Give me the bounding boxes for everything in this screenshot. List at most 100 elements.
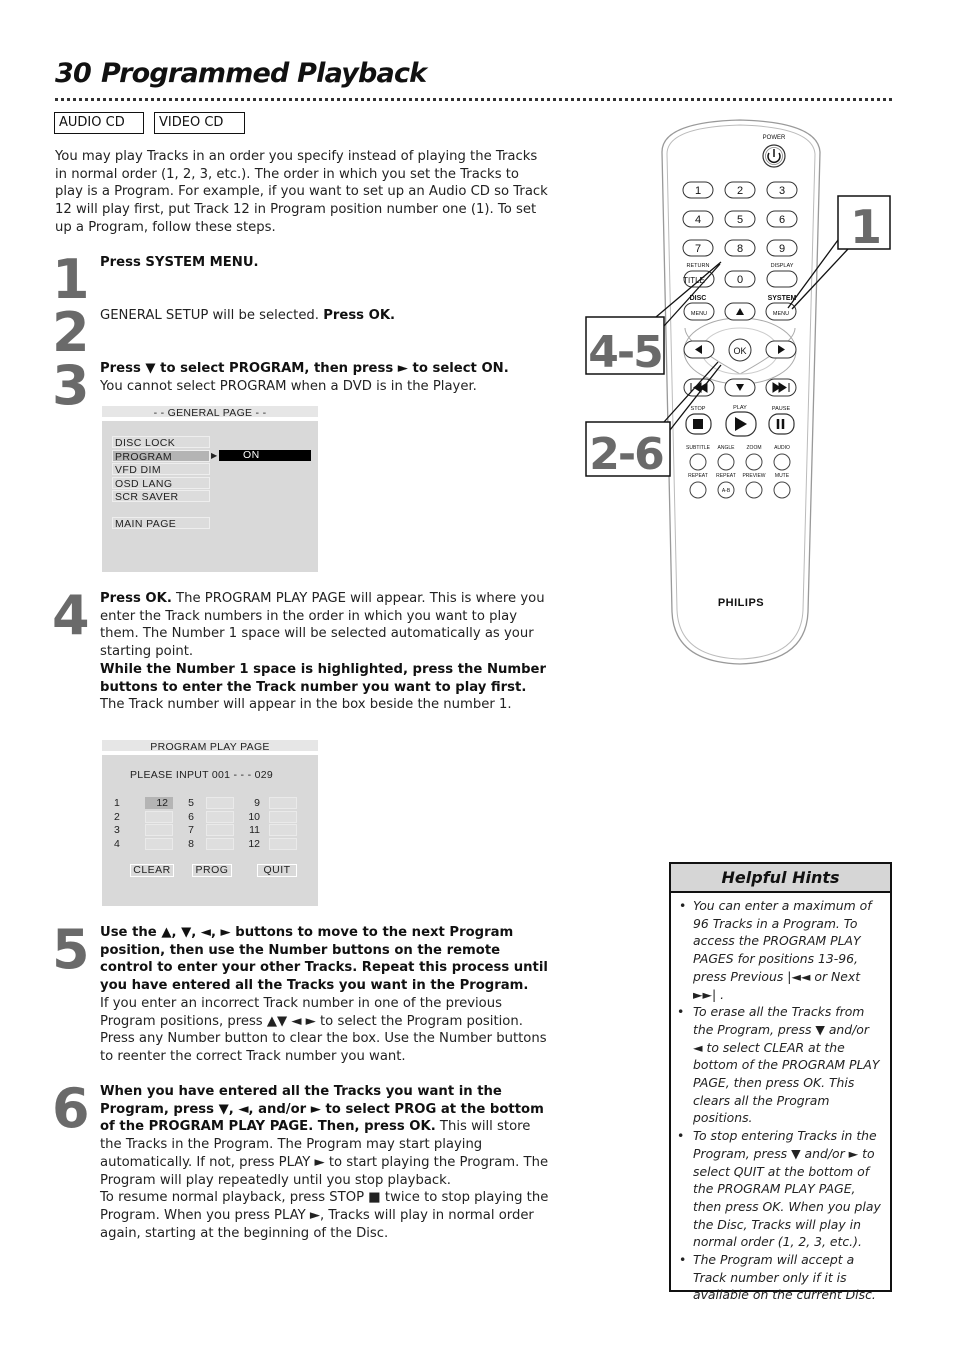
pause-button[interactable] xyxy=(768,413,795,435)
digit-label: 2 xyxy=(737,185,743,197)
program-play-page-title: PROGRAM PLAY PAGE xyxy=(102,740,318,755)
selection-arrow-icon: ▶ xyxy=(211,451,218,460)
repeat_ab-label: REPEAT xyxy=(716,473,736,479)
subtitle-label: SUBTITLE xyxy=(686,445,711,451)
general-page-screen: - - GENERAL PAGE - - DISC LOCK PROGRAM V… xyxy=(102,406,318,572)
pause-label: PAUSE xyxy=(772,406,791,412)
audio-label: AUDIO xyxy=(774,445,790,451)
menu-item-scr-saver[interactable]: SCR SAVER xyxy=(112,490,210,503)
digit-label: 1 xyxy=(695,185,701,197)
digit-label: 8 xyxy=(737,243,743,255)
slot-number: 8 xyxy=(188,838,194,850)
stop-label: STOP xyxy=(691,406,706,412)
slot-number: 3 xyxy=(114,824,120,836)
menu-item-vfd-dim[interactable]: VFD DIM xyxy=(112,463,210,476)
callout-4-5: 4-5 xyxy=(588,327,662,378)
slot-input[interactable] xyxy=(206,824,234,836)
slot-input[interactable] xyxy=(269,838,297,850)
zoom-button[interactable] xyxy=(745,453,763,471)
hint-text: To erase all the Tracks from the Program… xyxy=(693,1004,880,1126)
hint-item: • To stop entering Tracks in the Program,… xyxy=(677,1127,882,1251)
disc-label: DISC xyxy=(690,295,707,302)
bullet-icon: • xyxy=(679,1252,687,1268)
quit-button[interactable]: QUIT xyxy=(257,864,297,877)
digit-label: 7 xyxy=(695,243,701,255)
clear-button[interactable]: CLEAR xyxy=(130,864,174,877)
digit-label: 9 xyxy=(779,243,785,255)
display-button[interactable] xyxy=(766,270,798,288)
hint-item: • The Program will accept a Track number … xyxy=(677,1251,882,1304)
slot-number: 11 xyxy=(249,824,260,836)
angle-button[interactable] xyxy=(717,453,735,471)
step-5-text: Use the ▲, ▼, ◄, ► buttons to move to th… xyxy=(100,924,552,1066)
step-4-bold: Press OK. xyxy=(100,591,172,606)
play-label: PLAY xyxy=(733,405,747,411)
ok-label: OK xyxy=(733,346,746,356)
digit-label: 6 xyxy=(779,214,785,226)
slot-input[interactable] xyxy=(206,797,234,809)
step-3-note: You cannot select PROGRAM when a DVD is … xyxy=(100,378,477,394)
hint-text: To stop entering Tracks in the Program, … xyxy=(693,1128,881,1250)
step-2-text: GENERAL SETUP will be selected. Press OK… xyxy=(100,307,552,325)
step-5-bold: Use the ▲, ▼, ◄, ► buttons to move to th… xyxy=(100,925,548,994)
prog-button[interactable]: PROG xyxy=(192,864,232,877)
bullet-icon: • xyxy=(679,898,687,913)
slot-input[interactable] xyxy=(145,838,173,850)
input-prompt: PLEASE INPUT 001 - - - 029 xyxy=(130,769,273,781)
digit-label: 4 xyxy=(695,214,701,226)
slot-number: 7 xyxy=(188,824,194,836)
slot-input[interactable] xyxy=(145,824,173,836)
slot-input[interactable] xyxy=(206,811,234,823)
repeat-label: REPEAT xyxy=(688,473,708,479)
helpful-hints-title: Helpful Hints xyxy=(671,864,890,893)
video-cd-tag: VIDEO CD xyxy=(154,112,245,134)
step-6-text: When you have entered all the Tracks you… xyxy=(100,1083,552,1242)
angle-label: ANGLE xyxy=(718,445,736,451)
menu-item-program[interactable]: PROGRAM xyxy=(112,450,210,463)
hint-text: You can enter a maximum of 96 Tracks in … xyxy=(693,898,872,1002)
power-label: POWER xyxy=(763,135,786,141)
slot-number: 9 xyxy=(254,797,260,809)
repeat-button[interactable] xyxy=(689,481,707,499)
remote-svg: POWER 1 2 34 5 67 8 90 RETURN DISPLAY TITLE DI… xyxy=(585,119,891,665)
step-number-6: 6 xyxy=(52,1077,90,1140)
slot-number: 6 xyxy=(188,811,194,823)
slot-input[interactable] xyxy=(269,797,297,809)
menu-item-disc-lock[interactable]: DISC LOCK xyxy=(112,436,210,449)
step-4-bold-2: While the Number 1 space is highlighted,… xyxy=(100,661,547,695)
audio-button[interactable] xyxy=(773,453,791,471)
digit-label: 5 xyxy=(737,214,743,226)
menu-item-osd-lang[interactable]: OSD LANG xyxy=(112,477,210,490)
step-number-3: 3 xyxy=(52,354,90,417)
step-4-body-2: The Track number will appear in the box … xyxy=(100,697,512,713)
disc-menu-label: MENU xyxy=(691,311,707,317)
preview-button[interactable] xyxy=(745,481,763,499)
hint-item: • To erase all the Tracks from the Progra… xyxy=(677,1003,882,1127)
remote-control-illustration: POWER 1234567890 RETURN DISPLAY TITLE DI… xyxy=(580,112,900,672)
program-on-value[interactable]: ON xyxy=(219,450,311,461)
slot-number: 10 xyxy=(248,811,260,823)
step-number-5: 5 xyxy=(52,918,90,981)
step-1-bold: Press SYSTEM MENU. xyxy=(100,255,259,270)
bullet-icon: • xyxy=(677,1004,685,1020)
subtitle-button[interactable] xyxy=(689,453,707,471)
menu-item-main-page[interactable]: MAIN PAGE xyxy=(112,517,210,530)
dotted-divider xyxy=(55,98,892,101)
mute-button[interactable] xyxy=(773,481,791,499)
digit-label: 0 xyxy=(737,274,743,286)
slot-input[interactable] xyxy=(145,811,173,823)
slot-input[interactable] xyxy=(269,824,297,836)
step-number-4: 4 xyxy=(52,584,90,647)
step-2-pre: GENERAL SETUP will be selected. xyxy=(100,308,324,323)
step-number-2: 2 xyxy=(52,301,90,364)
general-page-title: - - GENERAL PAGE - - xyxy=(102,406,318,421)
hints-list: • You can enter a maximum of 96 Tracks in… xyxy=(671,893,890,1304)
slot-input[interactable] xyxy=(269,811,297,823)
hint-item: • You can enter a maximum of 96 Tracks in… xyxy=(677,897,882,1003)
slot-input[interactable]: 12 xyxy=(145,797,173,809)
slot-input[interactable] xyxy=(206,838,234,850)
page-number: 30 xyxy=(55,58,92,89)
stop-icon xyxy=(693,419,703,429)
step-3-bold: Press ▼ to select PROGRAM, then press ► … xyxy=(100,361,509,376)
callout-2-6: 2-6 xyxy=(589,429,663,480)
